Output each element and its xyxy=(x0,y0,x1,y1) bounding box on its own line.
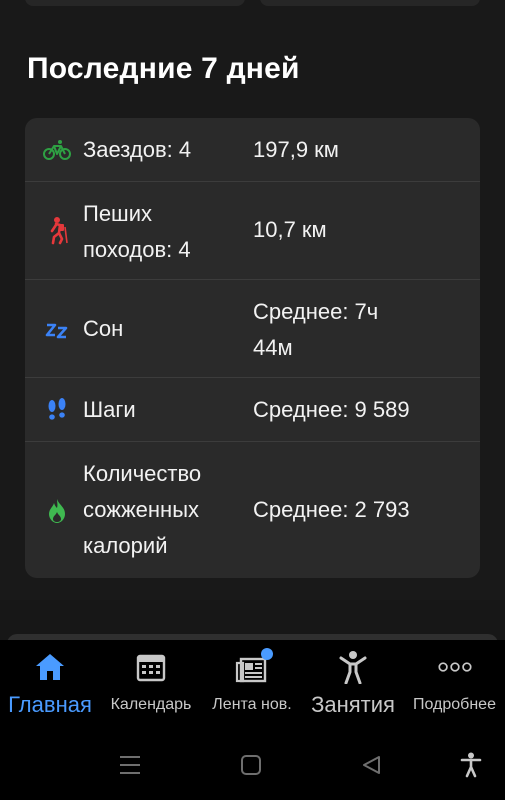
home-icon xyxy=(33,650,67,684)
stat-row-calories[interactable]: Количество сожженных калорий Среднее: 2 … xyxy=(25,442,480,578)
stat-value: Среднее: 2 793 xyxy=(253,497,410,522)
stat-value: Среднее: 7ч 44м xyxy=(253,299,379,360)
tab-more[interactable]: Подробнее xyxy=(404,640,505,722)
bike-icon xyxy=(43,136,71,164)
stat-label: Количество сожженных калорий xyxy=(83,461,202,558)
accessibility-button[interactable] xyxy=(456,752,486,782)
section-title: Последние 7 дней xyxy=(27,52,300,85)
stat-label: Заездов: 4 xyxy=(83,137,192,162)
tab-label: Занятия xyxy=(311,692,395,717)
tab-activities[interactable]: Занятия xyxy=(302,640,404,722)
system-navigation-bar xyxy=(0,722,505,800)
flame-icon xyxy=(43,497,71,525)
back-button[interactable] xyxy=(356,752,386,782)
footsteps-icon xyxy=(43,396,71,424)
tab-label: Лента нов. xyxy=(212,696,292,713)
bottom-tab-bar: Главная Календарь Лента нов. Занятия Под… xyxy=(0,640,505,722)
recent-apps-button[interactable] xyxy=(115,752,145,782)
newsfeed-icon xyxy=(235,648,273,684)
stats-card: Заездов: 4 197,9 км Пеших походов: 4 10,… xyxy=(25,118,480,578)
tab-label: Главная xyxy=(8,692,92,717)
stat-label: Сон xyxy=(83,316,124,341)
top-cards-peek xyxy=(0,0,505,10)
home-button[interactable] xyxy=(236,752,266,782)
calendar-icon xyxy=(134,650,168,684)
stat-row-hikes[interactable]: Пеших походов: 4 10,7 км xyxy=(25,182,480,280)
stat-value: Среднее: 9 589 xyxy=(253,397,410,422)
sleep-icon xyxy=(43,315,71,343)
notification-badge xyxy=(261,648,273,660)
menu-lines-icon xyxy=(118,754,142,781)
top-card-right[interactable] xyxy=(260,0,480,6)
accessibility-icon xyxy=(460,752,482,783)
tab-calendar[interactable]: Календарь xyxy=(100,640,202,722)
stat-value: 197,9 км xyxy=(253,137,339,162)
stat-row-steps[interactable]: Шаги Среднее: 9 589 xyxy=(25,378,480,442)
hiker-icon xyxy=(43,217,71,245)
stat-row-sleep[interactable]: Сон Среднее: 7ч 44м xyxy=(25,280,480,378)
stat-label: Шаги xyxy=(83,397,136,422)
tab-newsfeed[interactable]: Лента нов. xyxy=(202,640,302,722)
square-icon xyxy=(240,754,262,781)
stat-label: Пеших походов: 4 xyxy=(83,201,191,262)
tab-label: Подробнее xyxy=(413,696,496,713)
top-card-left[interactable] xyxy=(25,0,245,6)
tab-home[interactable]: Главная xyxy=(0,640,100,722)
more-dots-icon xyxy=(437,650,472,684)
stat-value: 10,7 км xyxy=(253,217,327,242)
triangle-back-icon xyxy=(360,754,382,781)
activity-person-icon xyxy=(336,650,370,684)
stat-row-rides[interactable]: Заездов: 4 197,9 км xyxy=(25,118,480,182)
tab-label: Календарь xyxy=(110,696,192,713)
